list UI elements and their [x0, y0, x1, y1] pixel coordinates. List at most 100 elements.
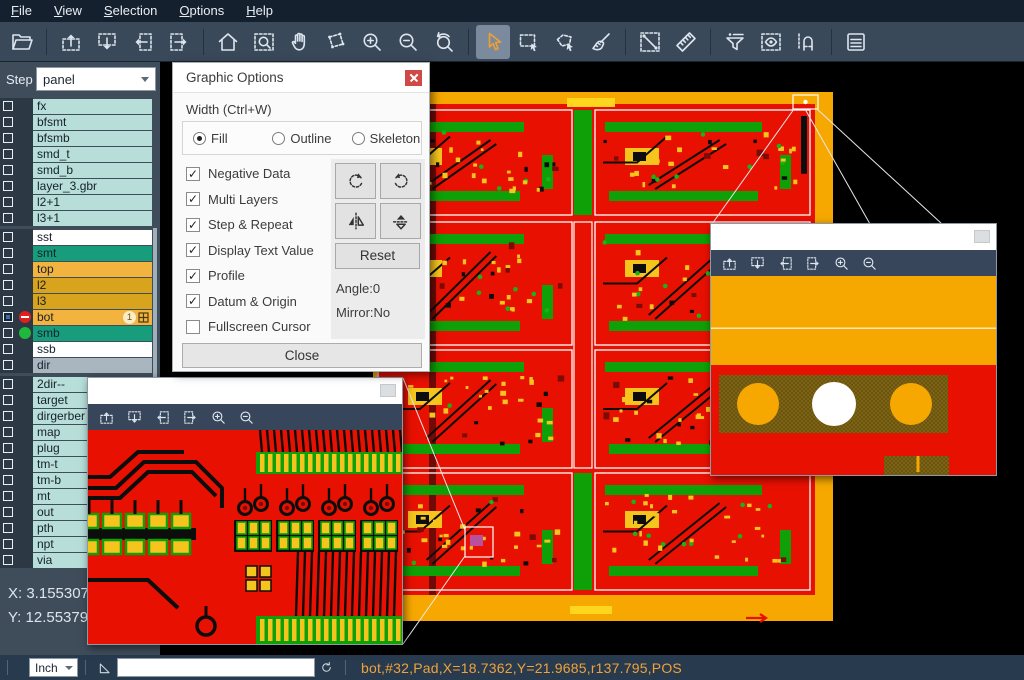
pan-down-button[interactable] — [90, 25, 124, 59]
magnifier-view[interactable] — [88, 430, 402, 644]
command-input[interactable] — [117, 658, 315, 677]
pan-up-button[interactable] — [94, 406, 118, 428]
radio-button[interactable] — [272, 132, 285, 145]
layer-row-ssb[interactable]: ssb — [0, 341, 160, 357]
pan-up-button[interactable] — [54, 25, 88, 59]
reset-button[interactable]: Reset — [335, 243, 420, 269]
layer-visibility-checkbox[interactable] — [3, 427, 13, 437]
radio-outline[interactable]: Outline — [272, 131, 341, 146]
select-cursor-button[interactable] — [476, 25, 510, 59]
measure-distance-button[interactable] — [633, 25, 667, 59]
layer-visibility-checkbox[interactable] — [3, 344, 13, 354]
layer-visibility-checkbox[interactable] — [3, 475, 13, 485]
layer-label[interactable]: bfsmt — [33, 115, 152, 130]
pan-down-button[interactable] — [122, 406, 146, 428]
rotate-cw-button[interactable] — [335, 163, 376, 199]
option-profile[interactable]: ✓Profile — [186, 263, 314, 289]
sync-icon[interactable] — [319, 660, 334, 675]
layer-visibility-checkbox[interactable] — [3, 312, 13, 322]
layer-visibility-checkbox[interactable] — [3, 411, 13, 421]
layer-visibility-checkbox[interactable] — [3, 491, 13, 501]
pan-left-button[interactable] — [150, 406, 174, 428]
layer-visibility-checkbox[interactable] — [3, 507, 13, 517]
zoom-window-button[interactable] — [247, 25, 281, 59]
layer-visibility-checkbox[interactable] — [3, 213, 13, 223]
layer-visibility-checkbox[interactable] — [3, 539, 13, 549]
ruler-button[interactable] — [669, 25, 703, 59]
dialog-title-bar[interactable]: Graphic Options — [173, 63, 429, 93]
radio-button[interactable] — [193, 132, 206, 145]
layer-visibility-checkbox[interactable] — [3, 443, 13, 453]
layer-visibility-checkbox[interactable] — [3, 101, 13, 111]
zoom-in-button[interactable] — [206, 406, 230, 428]
magnifier-view[interactable] — [711, 276, 996, 475]
pan-right-button[interactable] — [178, 406, 202, 428]
layer-row-l3[interactable]: l3 — [0, 293, 160, 309]
pan-right-button[interactable] — [162, 25, 196, 59]
red-dot-icon[interactable] — [19, 311, 31, 323]
layer-visibility-checkbox[interactable] — [3, 264, 13, 274]
layer-visibility-checkbox[interactable] — [3, 165, 13, 175]
home-button[interactable] — [211, 25, 245, 59]
layer-row-bfsmb[interactable]: bfsmb — [0, 130, 160, 146]
layer-visibility-checkbox[interactable] — [3, 117, 13, 127]
layer-row-layer_3.gbr[interactable]: layer_3.gbr — [0, 178, 160, 194]
mirror-v-button[interactable] — [380, 203, 421, 239]
pan-hand-button[interactable] — [283, 25, 317, 59]
rotate-ccw-button[interactable] — [380, 163, 421, 199]
unit-select[interactable]: Inch — [29, 658, 78, 677]
checkbox[interactable]: ✓ — [186, 167, 200, 181]
option-datum-origin[interactable]: ✓Datum & Origin — [186, 289, 314, 315]
layer-label[interactable]: sst — [33, 230, 152, 245]
layer-visibility-checkbox[interactable] — [3, 555, 13, 565]
layer-label[interactable]: smd_t — [33, 147, 152, 162]
radio-fill[interactable]: Fill — [193, 131, 262, 146]
window-title-bar[interactable] — [88, 378, 402, 404]
layer-label[interactable]: bot1 — [33, 310, 152, 325]
view-options-button[interactable] — [754, 25, 788, 59]
window-menu-button[interactable] — [974, 230, 990, 243]
layer-label[interactable]: layer_3.gbr — [33, 179, 152, 194]
layer-visibility-checkbox[interactable] — [3, 328, 13, 338]
open-folder-button[interactable] — [5, 25, 39, 59]
layer-row-dir[interactable]: dir — [0, 357, 160, 373]
window-title-bar[interactable] — [711, 224, 996, 250]
layer-visibility-checkbox[interactable] — [3, 197, 13, 207]
radio-button[interactable] — [352, 132, 365, 145]
zoom-in-button[interactable] — [829, 252, 853, 274]
angle-measure-icon[interactable] — [97, 660, 113, 676]
pan-up-button[interactable] — [717, 252, 741, 274]
window-menu-button[interactable] — [380, 384, 396, 397]
grid-icon[interactable] — [138, 312, 149, 323]
option-display-text-value[interactable]: ✓Display Text Value — [186, 238, 314, 264]
layers-panel-button[interactable] — [839, 25, 873, 59]
radio-skeleton[interactable]: Skeleton — [352, 131, 421, 146]
checkbox[interactable] — [186, 320, 200, 334]
layer-row-bot[interactable]: bot1 — [0, 309, 160, 325]
mirror-h-button[interactable] — [335, 203, 376, 239]
close-button[interactable]: Close — [182, 343, 422, 368]
layer-row-smb[interactable]: smb — [0, 325, 160, 341]
zoom-in-button[interactable] — [355, 25, 389, 59]
layer-label[interactable]: bfsmb — [33, 131, 152, 146]
layer-visibility-checkbox[interactable] — [3, 133, 13, 143]
layer-label[interactable]: smt — [33, 246, 152, 261]
pan-left-button[interactable] — [126, 25, 160, 59]
layer-row-l2+1[interactable]: l2+1 — [0, 194, 160, 210]
layer-label[interactable]: l3 — [33, 294, 152, 309]
checkbox[interactable]: ✓ — [186, 269, 200, 283]
layer-row-top[interactable]: top — [0, 261, 160, 277]
layer-row-smt[interactable]: smt — [0, 245, 160, 261]
layer-row-bfsmt[interactable]: bfsmt — [0, 114, 160, 130]
pan-left-button[interactable] — [773, 252, 797, 274]
option-multi-layers[interactable]: ✓Multi Layers — [186, 187, 314, 213]
clean-brush-button[interactable] — [584, 25, 618, 59]
menu-item-options[interactable]: Options — [168, 0, 235, 22]
checkbox[interactable]: ✓ — [186, 294, 200, 308]
layer-label[interactable]: l3+1 — [33, 211, 152, 226]
layer-row-l2[interactable]: l2 — [0, 277, 160, 293]
layer-row-smd_t[interactable]: smd_t — [0, 146, 160, 162]
step-select[interactable]: panel — [36, 67, 156, 91]
layer-label[interactable]: l2+1 — [33, 195, 152, 210]
layer-row-sst[interactable]: sst — [0, 229, 160, 245]
